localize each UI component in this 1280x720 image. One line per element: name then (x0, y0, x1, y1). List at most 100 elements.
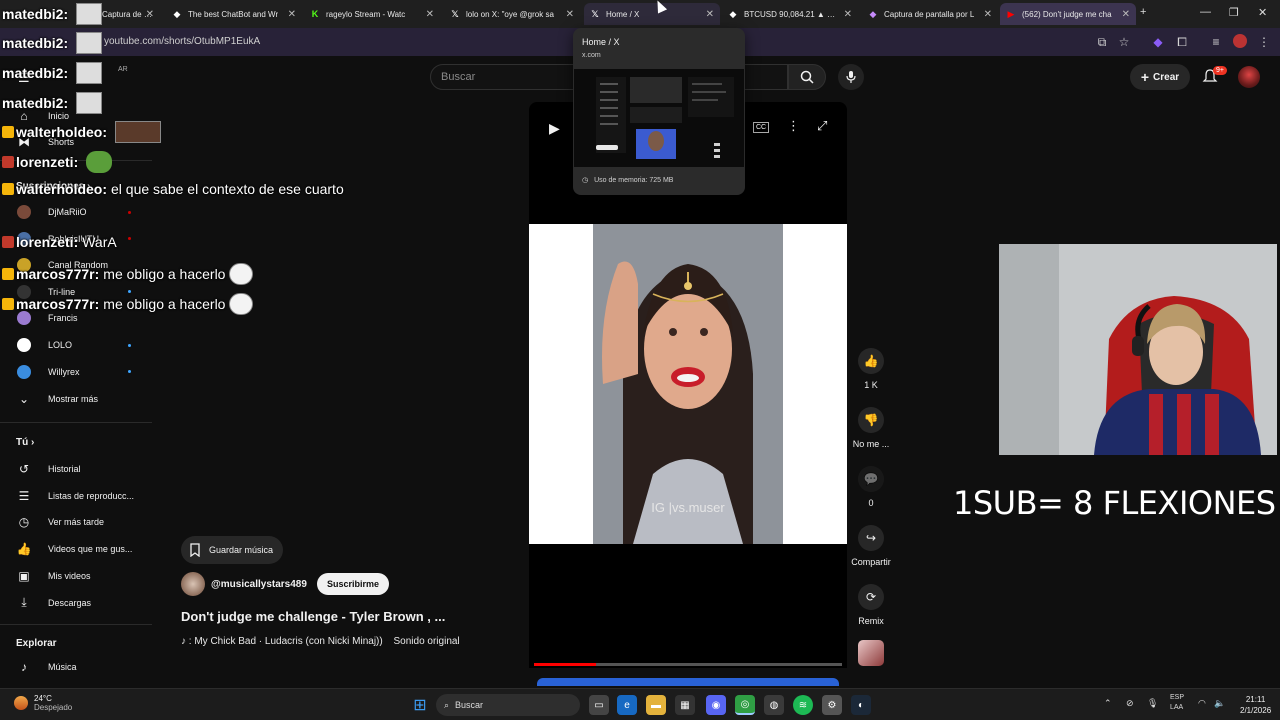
file-explorer-icon[interactable]: ▬ (646, 695, 666, 715)
browser-tab[interactable]: 𝕏 Home / X ✕ (584, 3, 720, 25)
tab-close-icon[interactable]: ✕ (984, 9, 992, 20)
maximize-button[interactable]: ❐ (1229, 6, 1239, 19)
show-more-button[interactable]: ⌄ Mostrar más (0, 386, 150, 412)
captions-icon[interactable]: CC (753, 122, 770, 133)
sidebar-item-label: DjMaRiiO (48, 207, 87, 217)
clock-time: 21:11 (1245, 695, 1266, 704)
tab-close-icon[interactable]: ✕ (844, 9, 852, 20)
media-control-icon[interactable]: ≡ (1208, 34, 1224, 50)
create-button[interactable]: + Crear (1130, 64, 1190, 90)
tab-close-icon[interactable]: ✕ (1122, 9, 1130, 20)
profile-avatar-icon[interactable] (1232, 34, 1248, 50)
sidebar-item-musica[interactable]: ♪ Música (0, 654, 150, 680)
webcam-image (999, 244, 1277, 455)
settings-gear-icon[interactable]: ⚙ (822, 695, 842, 715)
sidebar-you-item[interactable]: 👍 Videos que me gus... (0, 536, 150, 562)
browser-tab[interactable]: Krageylo Stream - Watc ✕ (304, 3, 440, 25)
taskbar-search-label: Buscar (455, 700, 484, 710)
microphone-tray-icon[interactable]: 🎙 (1147, 698, 1158, 709)
edge-icon[interactable]: e (617, 695, 637, 715)
store-icon[interactable]: ▦ (675, 695, 695, 715)
live-indicator-icon (128, 210, 131, 214)
sidebar-subscription-item[interactable]: LOLO (0, 332, 150, 358)
system-clock[interactable]: 21:11 2/1/2026 (1240, 694, 1271, 716)
extensions-puzzle-icon[interactable]: ⧠ (1174, 34, 1190, 50)
tab-label: BTCUSD 90,084.21 ▲ +0.2 (744, 9, 836, 19)
github-icon[interactable]: ◍ (764, 695, 784, 715)
url-field[interactable]: youtube.com/shorts/OtubMP1EukA (104, 36, 260, 47)
close-window-button[interactable]: ✕ (1258, 6, 1267, 19)
like-icon: 👍 (16, 542, 32, 557)
song-name[interactable]: ♪ : My Chick Bad · Ludacris (con Nicki M… (181, 636, 383, 647)
browser-tab[interactable]: ◆ The best ChatBot and Wr ✕ (166, 3, 302, 25)
browser-tab[interactable]: ▶ (562) Don't judge me cha ✕ (1000, 3, 1136, 25)
you-heading[interactable]: Tú › (16, 437, 34, 448)
sidebar-you-item[interactable]: ☰ Listas de reproducc... (0, 483, 150, 509)
tray-chevron-icon[interactable]: ⌃ (1104, 698, 1112, 709)
tab-label: rageylo Stream - Watc (326, 9, 406, 19)
sidebar-you-item[interactable]: ↺ Historial (0, 456, 150, 482)
spotify-icon[interactable]: ≋ (793, 695, 813, 715)
sidebar-you-item[interactable]: ◷ Ver más tarde (0, 509, 150, 535)
music-line[interactable]: ♪ : My Chick Bad · Ludacris (con Nicki M… (181, 636, 460, 647)
steam-icon[interactable]: ◐ (851, 695, 871, 715)
chat-username: walterholdeo: (16, 181, 108, 197)
new-tab-button[interactable]: + (1140, 6, 1146, 18)
volume-icon[interactable]: 🔈 (1214, 698, 1225, 709)
clock-date: 2/1/2026 (1240, 706, 1272, 715)
save-music-label: Guardar música (209, 545, 274, 555)
tab-close-icon[interactable]: ✕ (288, 9, 296, 20)
tab-close-icon[interactable]: ✕ (146, 9, 154, 20)
comments-button[interactable]: 💬 0 (850, 466, 892, 508)
sidebar-subscription-item[interactable]: Willyrex (0, 359, 150, 385)
install-app-icon[interactable]: ⧉ (1094, 34, 1110, 50)
extension-icon[interactable]: ◆ (1150, 34, 1166, 50)
chat-username: marcos777r: (16, 296, 100, 312)
sound-thumbnail[interactable] (858, 640, 884, 666)
bookmark-star-icon[interactable]: ☆ (1116, 34, 1132, 50)
network-off-icon[interactable]: ⊘ (1126, 698, 1134, 709)
sidebar-subscription-item[interactable]: DjMaRiiO (0, 199, 150, 225)
share-button[interactable]: ↪ Compartir (850, 525, 892, 567)
browser-tab[interactable]: 𝕏lolo on X: "oye @grok sa ✕ (444, 3, 580, 25)
explore-heading: Explorar (16, 638, 57, 649)
dislike-button[interactable]: 👎 No me ... (850, 407, 892, 449)
playlists-icon: ☰ (18, 488, 30, 503)
taskbar-search[interactable]: ⌕ Buscar (436, 694, 580, 716)
chrome-icon[interactable]: ◎ (735, 695, 755, 715)
sidebar-you-item[interactable]: ▣ Mis videos (0, 563, 150, 589)
sidebar-you-item[interactable]: ⤓ Descargas (0, 590, 150, 616)
fullscreen-icon[interactable]: ⤢ (817, 118, 827, 134)
tab-close-icon[interactable]: ✕ (566, 9, 574, 20)
tab-close-icon[interactable]: ✕ (706, 9, 714, 20)
voice-search-button[interactable] (838, 64, 864, 90)
remix-button[interactable]: ⟳ Remix (850, 584, 892, 626)
account-avatar[interactable] (1238, 66, 1260, 88)
wifi-icon[interactable]: ◠ (1198, 698, 1206, 709)
channel-avatar[interactable] (181, 572, 205, 596)
search-button[interactable] (788, 64, 826, 90)
original-sound[interactable]: Sonido original (394, 636, 460, 647)
channel-avatar-icon (0, 364, 48, 379)
play-icon[interactable]: ▶ (549, 120, 560, 137)
browser-tab[interactable]: ◆ Captura de pantalla por L ✕ (862, 3, 998, 25)
video-title[interactable]: Don't judge me challenge - Tyler Brown ,… (181, 609, 445, 624)
chat-emote-icon (76, 32, 103, 54)
tab-close-icon[interactable]: ✕ (426, 9, 434, 20)
language-indicator[interactable]: ESP LAA (1170, 693, 1184, 713)
task-view-icon[interactable]: ▭ (589, 695, 609, 715)
discord-icon[interactable]: ◉ (706, 695, 726, 715)
minimize-button[interactable]: — (1200, 6, 1211, 18)
video-content[interactable] (593, 224, 783, 544)
save-music-button[interactable]: Guardar música (181, 536, 284, 564)
browser-tab[interactable]: ◆ BTCUSD 90,084.21 ▲ +0.2 ✕ (722, 3, 858, 25)
like-button[interactable]: 👍 1 K (850, 348, 892, 390)
video-player-bottom[interactable] (529, 544, 847, 668)
start-icon[interactable]: ⊞ (410, 695, 430, 715)
more-options-icon[interactable]: ⋮ (787, 118, 800, 134)
weather-widget[interactable]: 24°C Despejado (14, 694, 72, 712)
my-videos-icon: ▣ (18, 568, 30, 583)
channel-name[interactable]: @musicallystars489 (211, 579, 307, 590)
browser-menu-icon[interactable]: ⋮ (1256, 34, 1272, 50)
subscribe-button[interactable]: Suscribirme (316, 573, 389, 595)
